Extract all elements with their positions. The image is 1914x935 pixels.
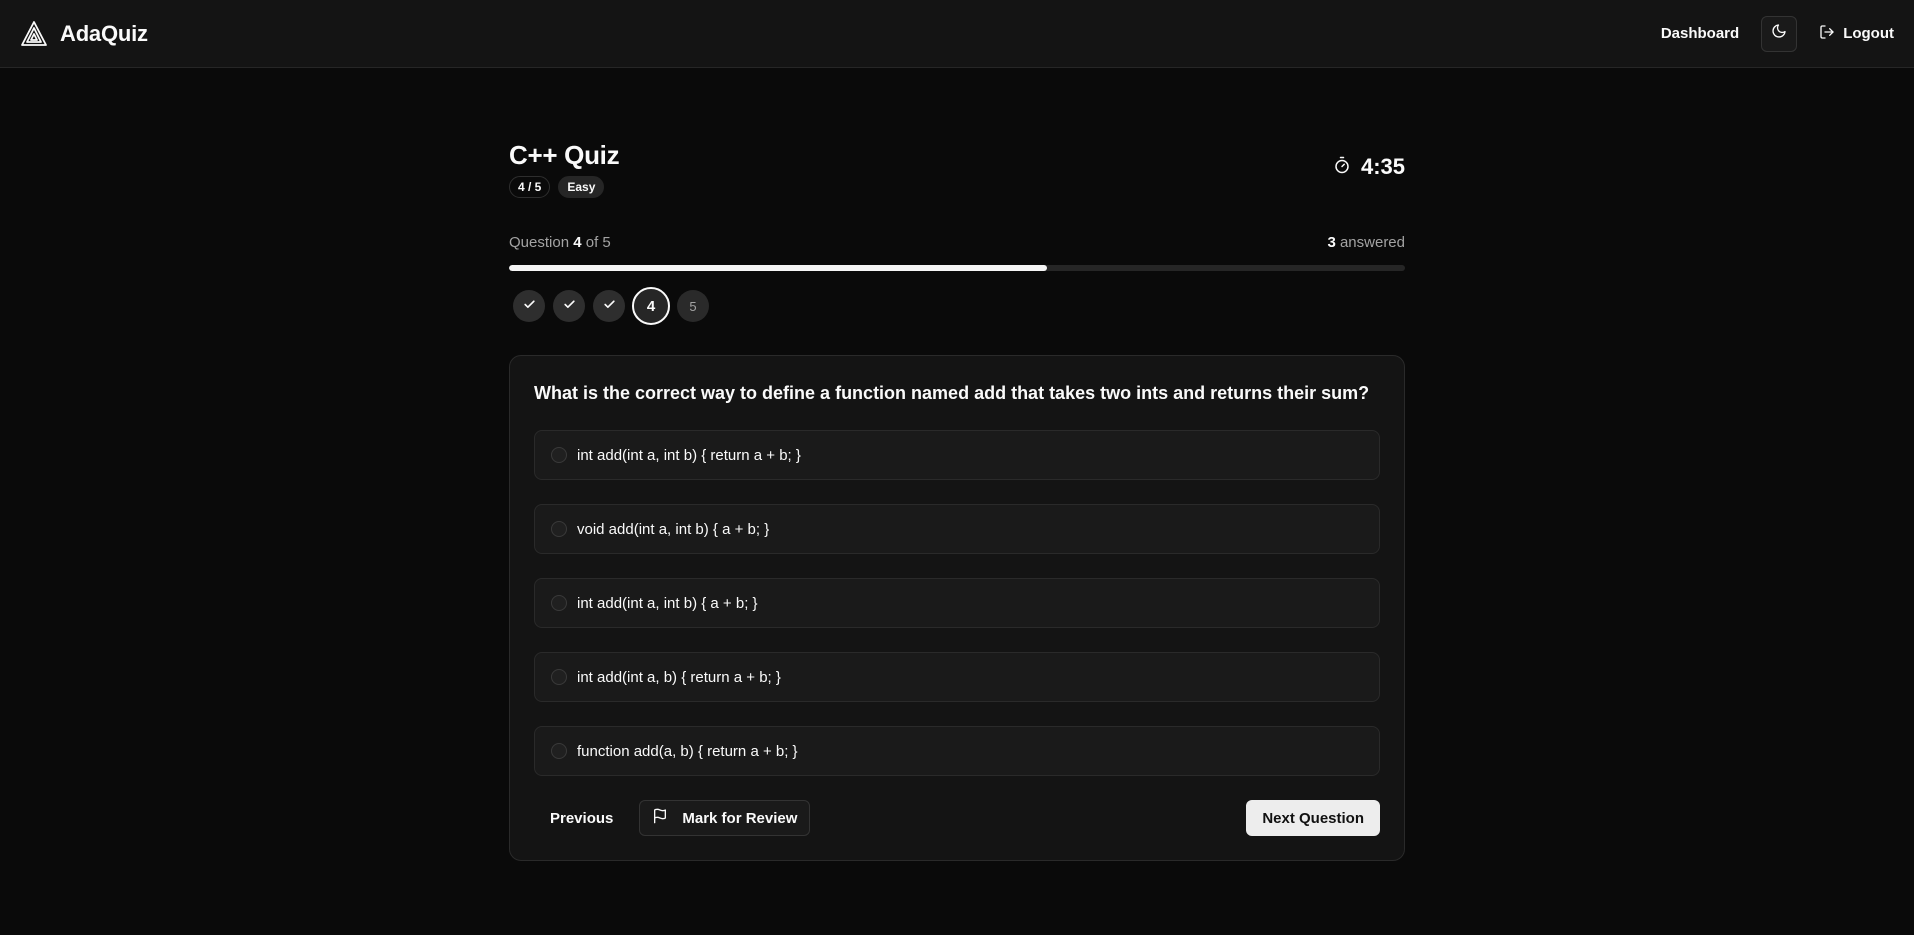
moon-icon: [1771, 23, 1787, 44]
question-step-5[interactable]: 5: [677, 290, 709, 322]
question-step-2[interactable]: [553, 290, 585, 322]
answer-option-label: int add(int a, int b) { return a + b; }: [577, 446, 801, 464]
answer-option-5[interactable]: function add(a, b) { return a + b; }: [534, 726, 1380, 776]
question-counter-current: 4: [573, 234, 582, 251]
quiz-title: C++ Quiz: [509, 140, 620, 170]
mark-for-review-button[interactable]: Mark for Review: [639, 800, 811, 836]
answered-count: 3: [1327, 234, 1336, 251]
answer-options: int add(int a, int b) { return a + b; } v…: [534, 430, 1380, 776]
step-number: 4: [646, 297, 656, 315]
question-text: What is the correct way to define a func…: [534, 383, 1370, 403]
timer-value: 4:35: [1360, 154, 1405, 179]
dashboard-link[interactable]: Dashboard: [1661, 25, 1739, 42]
answer-option-1[interactable]: int add(int a, int b) { return a + b; }: [534, 430, 1380, 480]
step-number: 5: [689, 298, 697, 314]
radio-button[interactable]: [551, 521, 567, 537]
answer-option-label: void add(int a, int b) { a + b; }: [577, 520, 770, 538]
check-icon: [523, 298, 536, 314]
app-name: AdaQuiz: [60, 20, 148, 46]
brand[interactable]: AdaQuiz: [20, 20, 148, 48]
answer-option-2[interactable]: void add(int a, int b) { a + b; }: [534, 504, 1380, 554]
logo-icon: [20, 20, 48, 48]
question-position-badge: 4 / 5: [509, 176, 551, 198]
radio-button[interactable]: [551, 595, 567, 611]
question-counter: Question 4 of 5: [509, 234, 611, 251]
answer-option-label: int add(int a, int b) { a + b; }: [577, 594, 758, 612]
answered-counter: 3 answered: [1327, 234, 1405, 251]
quiz-container: C++ Quiz 4 / 5 Easy 4:35 Question 4 of 5…: [509, 68, 1405, 861]
logout-label: Logout: [1843, 25, 1894, 42]
mark-for-review-label: Mark for Review: [682, 809, 798, 827]
answer-option-label: function add(a, b) { return a + b; }: [577, 742, 798, 760]
answer-option-label: int add(int a, b) { return a + b; }: [577, 668, 781, 686]
check-icon: [563, 298, 576, 314]
stopwatch-icon: [1333, 156, 1351, 179]
question-card: What is the correct way to define a func…: [509, 355, 1405, 861]
check-icon: [603, 298, 616, 314]
difficulty-badge: Easy: [558, 176, 605, 198]
answer-option-4[interactable]: int add(int a, b) { return a + b; }: [534, 652, 1380, 702]
theme-toggle-button[interactable]: [1761, 15, 1798, 52]
answer-option-3[interactable]: int add(int a, int b) { a + b; }: [534, 578, 1380, 628]
next-question-button[interactable]: Next Question: [1246, 800, 1380, 836]
question-navigator: 45: [509, 287, 1405, 325]
progress-bar: [509, 265, 1405, 271]
timer: 4:35: [1333, 154, 1405, 180]
question-counter-total: of 5: [585, 234, 611, 251]
radio-button[interactable]: [551, 743, 567, 759]
logout-button[interactable]: Logout: [1819, 24, 1894, 44]
radio-button[interactable]: [551, 669, 567, 685]
question-step-1[interactable]: [513, 290, 545, 322]
flag-icon: [652, 808, 668, 828]
previous-button[interactable]: Previous: [534, 801, 629, 836]
top-navigation-bar: AdaQuiz Dashboard Logout: [0, 0, 1914, 68]
question-step-3[interactable]: [593, 290, 625, 322]
radio-button[interactable]: [551, 447, 567, 463]
logout-icon: [1819, 24, 1835, 44]
answered-label: answered: [1339, 234, 1405, 251]
question-counter-prefix: Question: [509, 234, 570, 251]
progress-bar-fill: [509, 265, 1047, 271]
question-step-4[interactable]: 4: [632, 287, 670, 325]
progress-info: Question 4 of 5 3 answered: [509, 234, 1405, 251]
